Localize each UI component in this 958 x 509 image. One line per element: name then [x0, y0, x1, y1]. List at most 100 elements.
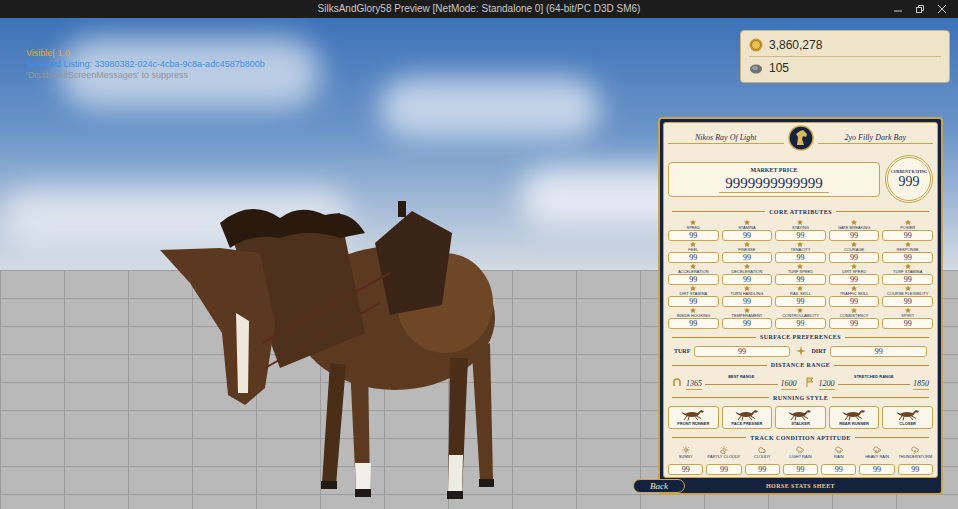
divider — [705, 384, 778, 385]
horse-emblem-icon — [788, 125, 814, 151]
track-condition-label: SUNNY — [679, 454, 693, 464]
minimize-icon[interactable] — [894, 5, 902, 13]
attribute-icon — [905, 286, 911, 291]
rating-value: 999 — [899, 174, 920, 190]
restore-icon[interactable] — [916, 5, 924, 13]
horse-name: Nikos Ray Of Light — [668, 133, 784, 144]
attribute-cell: CONSISTENCY99 — [829, 308, 880, 329]
section-title-text: RUNNING STYLE — [773, 394, 828, 402]
section-title: SURFACE PREFERENCES — [668, 333, 933, 341]
value-box: 99 — [829, 230, 880, 241]
value-box: 99 — [829, 318, 880, 329]
section-title-text: SURFACE PREFERENCES — [760, 333, 841, 341]
flag-icon — [805, 377, 815, 387]
track-condition-label: PARTLY CLOUDY — [708, 454, 741, 464]
attribute-icon — [690, 308, 696, 313]
attribute-cell: FEEL99 — [668, 242, 719, 263]
divider — [672, 337, 756, 338]
viewport: Visible| 1.0Selected Listing: 33980382-0… — [0, 18, 958, 509]
value-box: 99 — [821, 464, 856, 475]
attribute-cell: POWER99 — [882, 220, 933, 241]
value-box: 99 — [775, 230, 826, 241]
distance-range: BEST RANGE13651600 — [672, 374, 797, 390]
core-attributes-grid: SPEED99STAMINA99STAYING99GATE BREAKING99… — [668, 220, 933, 329]
range-numbers: 13651600 — [686, 379, 797, 390]
divider — [838, 384, 911, 385]
running-style-card[interactable]: PACE PRESSER — [722, 406, 773, 429]
weather-icon — [796, 446, 804, 454]
section-title: TRACK CONDITION APTITUDE — [668, 434, 933, 442]
attribute-cell: CONTROLLABILITY99 — [775, 308, 826, 329]
weather-icon — [682, 446, 690, 454]
attribute-icon — [851, 242, 857, 247]
attribute-icon — [690, 242, 696, 247]
title-bar: SilksAndGlory58 Preview [NetMode: Standa… — [0, 0, 958, 18]
track-condition-label: LIGHT RAIN — [789, 454, 811, 464]
attribute-cell: ACCELERATION99 — [668, 264, 719, 285]
value-box: 99 — [882, 252, 933, 263]
attribute-cell: DIRT SPEED99 — [829, 264, 880, 285]
market-price-label: MARKET PRICE — [750, 166, 797, 174]
attribute-icon — [797, 242, 803, 247]
divider — [845, 337, 929, 338]
price-row: MARKET PRICE9999999999999CURRENT RATING9… — [668, 155, 933, 203]
running-style-label: FRONT RUNNER — [677, 421, 709, 426]
attribute-cell: TENACITY99 — [775, 242, 826, 263]
back-button[interactable]: Back — [633, 479, 685, 493]
attribute-icon — [744, 286, 750, 291]
running-horse-icon — [680, 409, 706, 421]
running-style-card[interactable]: CLOSER — [882, 406, 933, 429]
attribute-icon — [851, 220, 857, 225]
value-box: 99 — [668, 230, 719, 241]
section-title-text: TRACK CONDITION APTITUDE — [750, 434, 850, 442]
attribute-cell: TURN HANDLING99 — [722, 286, 773, 307]
value-box: 99 — [882, 318, 933, 329]
attribute-icon — [797, 220, 803, 225]
value-box: 99 — [775, 296, 826, 307]
value-box: 99 — [898, 464, 933, 475]
surface-item: DIRT99 — [812, 346, 928, 357]
section-title-text: CORE ATTRIBUTES — [769, 208, 832, 216]
sheet-footer: BackHORSE STATS SHEET — [663, 478, 938, 493]
track-condition-cell: CLOUDY99 — [745, 446, 780, 475]
divider — [832, 397, 929, 398]
distance-range: STRETCHED RANGE12001850 — [805, 374, 930, 390]
close-icon[interactable] — [938, 5, 946, 13]
running-style-card[interactable]: REAR RUNNER — [829, 406, 880, 429]
surface-row: TURF 99DIRT99 — [668, 346, 933, 357]
horse-info: 2yo Filly Dark Bay — [818, 133, 934, 144]
weather-icon — [835, 446, 843, 454]
running-horse-icon — [841, 409, 867, 421]
value-box: 99 — [745, 464, 780, 475]
attribute-cell: DIRT STAMINA99 — [668, 286, 719, 307]
debug-message: Visible| 1.0 — [26, 48, 265, 59]
horse-figure — [150, 193, 500, 503]
track-condition-label: HEAVY RAIN — [865, 454, 889, 464]
surface-label: TURF — [674, 347, 690, 355]
attribute-cell: TEMPERAMENT99 — [722, 308, 773, 329]
attribute-cell: FINESSE99 — [722, 242, 773, 263]
currency-row: 3,860,278 — [749, 34, 941, 56]
attribute-cell: STAMINA99 — [722, 220, 773, 241]
weather-icon — [720, 446, 728, 454]
value-box: 99 — [830, 346, 927, 357]
attribute-icon — [851, 308, 857, 313]
value-box: 99 — [722, 318, 773, 329]
value-box: 99 — [722, 296, 773, 307]
attribute-icon — [797, 286, 803, 291]
range-numbers: 12001850 — [819, 379, 930, 390]
distance-row: BEST RANGE13651600 STRETCHED RANGE1200185… — [668, 374, 933, 390]
running-style-card[interactable]: FRONT RUNNER — [668, 406, 719, 429]
value-box: 99 — [882, 296, 933, 307]
attribute-cell: COURSE FLEXIBILITY99 — [882, 286, 933, 307]
divider — [836, 211, 929, 212]
attribute-cell: INSIDE HOOKING99 — [668, 308, 719, 329]
range-to: 1600 — [781, 379, 797, 390]
running-style-label: CLOSER — [899, 421, 916, 426]
running-style-card[interactable]: STALKER — [775, 406, 826, 429]
attribute-cell: RAIL SKILL99 — [775, 286, 826, 307]
running-horse-icon — [734, 409, 760, 421]
attribute-cell: SPEED99 — [668, 220, 719, 241]
attribute-cell: TURF STAMINA99 — [882, 264, 933, 285]
attribute-cell: STAYING99 — [775, 220, 826, 241]
